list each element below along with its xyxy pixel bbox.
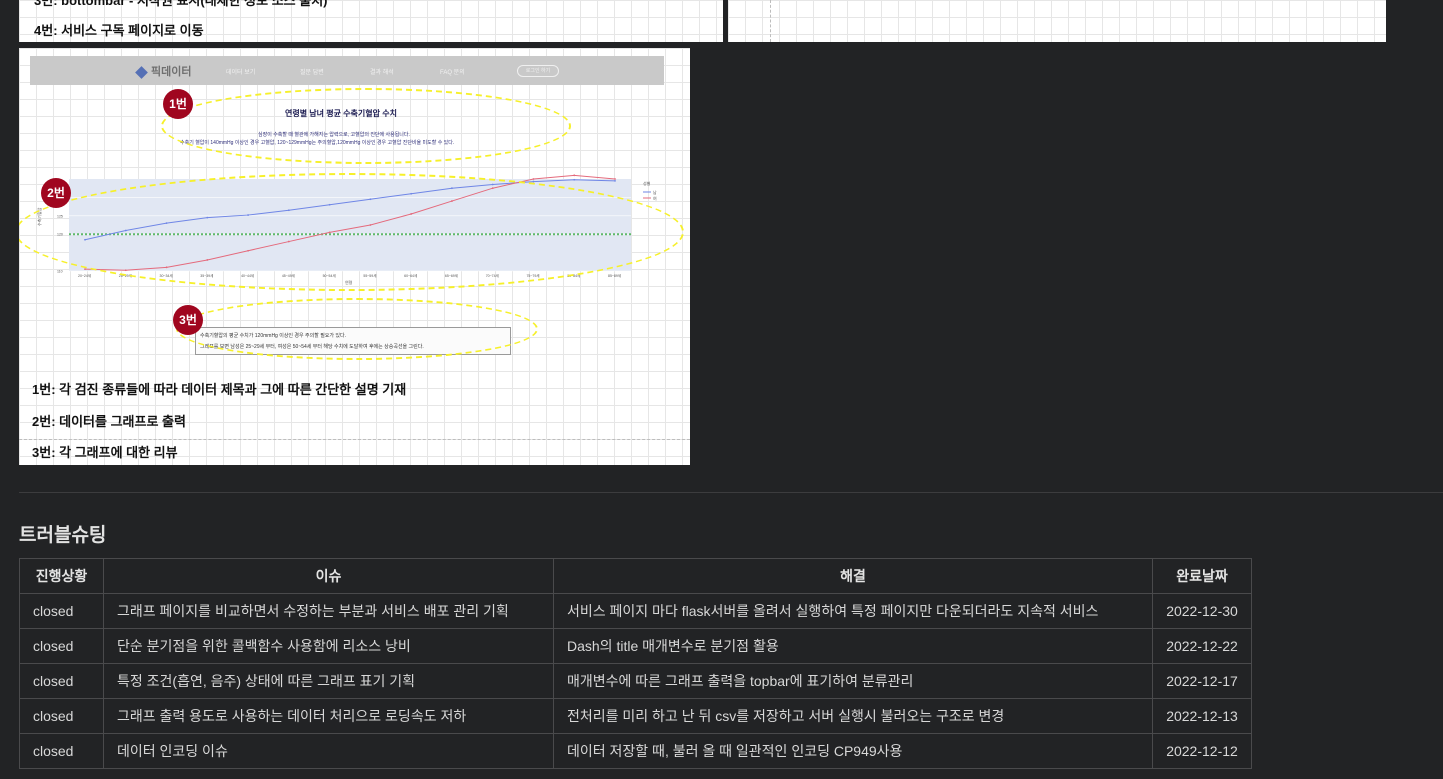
badge-2: 2번	[41, 178, 71, 208]
top-right-card	[728, 0, 1386, 42]
table-row: closed 데이터 인코딩 이슈 데이터 저장할 때, 불러 올 때 일관적인…	[19, 733, 1252, 769]
cell-date: 2022-12-30	[1152, 593, 1252, 629]
data-point	[614, 179, 616, 182]
x-tick-label: 20~24세	[78, 273, 91, 278]
cell-solution: 데이터 저장할 때, 불러 올 때 일관적인 인코딩 CP949사용	[553, 733, 1153, 769]
table-row: closed 그래프 출력 용도로 사용하는 데이터 처리으로 로딩속도 저하 …	[19, 698, 1252, 734]
highlight-ellipse-2	[19, 173, 684, 291]
legend-label-female: 여	[653, 195, 657, 201]
data-point	[532, 178, 535, 180]
table-row: closed 단순 분기점을 위한 콜백함수 사용함에 리소스 낭비 Dash의…	[19, 628, 1252, 664]
cell-status: closed	[19, 663, 104, 699]
top-left-card: 3번: bottombar - 저작권 표시(대체한 정보 소스 출처) 4번:…	[19, 0, 723, 42]
section-title: 트러블슈팅	[19, 525, 107, 546]
cell-date: 2022-12-13	[1152, 698, 1252, 734]
header-issue: 이슈	[103, 558, 554, 594]
badge-3: 3번	[173, 305, 203, 335]
cell-date: 2022-12-12	[1152, 733, 1252, 769]
data-point	[614, 178, 616, 180]
cell-status: closed	[19, 628, 104, 664]
cell-status: closed	[19, 698, 104, 734]
cell-solution: 서비스 페이지 마다 flask서버를 올려서 실행하여 특정 페이지만 다운되…	[553, 593, 1153, 629]
data-point	[573, 178, 576, 181]
annotated-screenshot-card: 픽데이터 데이터 보기 질문 답변 결과 해석 FAQ 문의 로그인 하기 연령…	[19, 48, 690, 465]
badge-1: 1번	[163, 89, 193, 119]
highlight-ellipse-3	[176, 298, 538, 360]
dashed-guide	[770, 0, 771, 42]
cell-issue: 단순 분기점을 위한 콜백함수 사용함에 리소스 낭비	[103, 628, 554, 664]
y-tick-label: 110	[57, 270, 63, 274]
table-row: closed 그래프 페이지를 비교하면서 수정하는 부분과 서비스 배포 관리…	[19, 593, 1252, 629]
highlight-ellipse-1	[161, 88, 571, 164]
cell-issue: 그래프 페이지를 비교하면서 수정하는 부분과 서비스 배포 관리 기획	[103, 593, 554, 629]
cell-status: closed	[19, 733, 104, 769]
header-status: 진행상황	[19, 558, 104, 594]
caption-3: 3번: 각 그래프에 대한 리뷰	[32, 445, 178, 460]
table-header-row: 진행상황 이슈 해결 완료날짜	[19, 558, 1252, 594]
cell-issue: 데이터 인코딩 이슈	[103, 733, 554, 769]
cell-issue: 그래프 출력 용도로 사용하는 데이터 처리으로 로딩속도 저하	[103, 698, 554, 734]
cell-solution: Dash의 title 매개변수로 분기점 활용	[553, 628, 1153, 664]
cell-issue: 특정 조건(흡연, 음주) 상태에 따른 그래프 표기 기획	[103, 663, 554, 699]
caption-1: 1번: 각 검진 종류들에 따라 데이터 제목과 그에 따른 간단한 설명 기재	[32, 382, 407, 397]
cell-date: 2022-12-17	[1152, 663, 1252, 699]
caption-2: 2번: 데이터를 그래프로 출력	[32, 414, 186, 429]
cell-solution: 전처리를 미리 하고 난 뒤 csv를 저장하고 서버 실행시 불러오는 구조로…	[553, 698, 1153, 734]
step4-text: 4번: 서비스 구독 페이지로 이동	[34, 23, 204, 38]
section-divider	[19, 492, 1443, 493]
cell-status: closed	[19, 593, 104, 629]
troubleshooting-table: 진행상황 이슈 해결 완료날짜 closed 그래프 페이지를 비교하면서 수정…	[19, 558, 1252, 769]
dashed-guide	[19, 439, 690, 440]
table-row: closed 특정 조건(흡연, 음주) 상태에 따른 그래프 표기 기획 매개…	[19, 663, 1252, 699]
header-solution: 해결	[553, 558, 1153, 594]
partial-step3-text: 3번: bottombar - 저작권 표시(대체한 정보 소스 출처)	[34, 0, 328, 8]
legend-label-male: 남	[653, 189, 657, 195]
header-date: 완료날짜	[1152, 558, 1252, 594]
data-point	[573, 174, 576, 177]
cell-solution: 매개변수에 따른 그래프 출력을 topbar에 표기하여 분류관리	[553, 663, 1153, 699]
data-point	[84, 268, 86, 271]
cell-date: 2022-12-22	[1152, 628, 1252, 664]
chart-legend-title: 성별	[643, 180, 651, 186]
x-tick-label: 85~89세	[608, 273, 621, 278]
